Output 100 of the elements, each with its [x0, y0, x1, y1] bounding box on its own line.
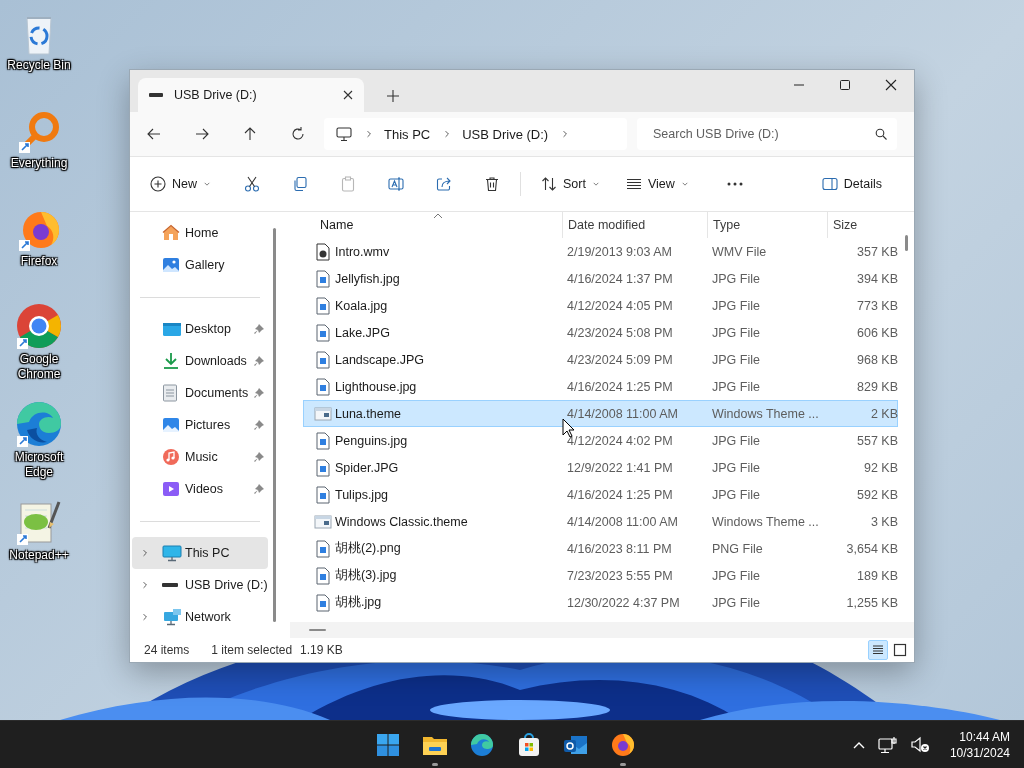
sidebar-item[interactable]: This PC: [132, 537, 268, 569]
file-row[interactable]: Intro.wmv 2/19/2013 9:03 AM WMV File 357 KB: [303, 238, 898, 265]
file-row[interactable]: Tulips.jpg 4/16/2024 1:25 PM JPG File 592 KB: [303, 481, 898, 508]
wave-circle-icon[interactable]: [469, 732, 494, 757]
menu-button[interactable]: Sort: [533, 168, 608, 200]
desktop-icon-label: Google Chrome: [16, 352, 62, 382]
back-arrow-icon[interactable]: [146, 126, 162, 142]
column-header[interactable]: Date modified: [562, 212, 707, 238]
sidebar-item[interactable]: Desktop: [132, 313, 268, 345]
menu-button[interactable]: View: [617, 168, 697, 200]
sidebar-item[interactable]: Gallery: [132, 249, 268, 281]
caret-down-icon: [203, 180, 211, 188]
type-cell-text: JPG File: [711, 298, 761, 313]
scrollbar-thumb[interactable]: [309, 629, 326, 631]
file-row[interactable]: Lighthouse.jpg 4/16/2024 1:25 PM JPG File 829 KB: [303, 373, 898, 400]
toggle-button[interactable]: Details: [813, 168, 890, 200]
speaker-muted-icon[interactable]: [909, 735, 930, 754]
column-header[interactable]: Type: [707, 212, 827, 238]
size-cell-text: 189 KB: [856, 568, 898, 583]
sidebar-item[interactable]: Downloads: [132, 345, 268, 377]
window-tab[interactable]: USB Drive (D:): [138, 78, 364, 112]
size-cell-text: 3 KB: [869, 514, 898, 529]
music-note-icon: [162, 448, 180, 466]
trash-icon[interactable]: [484, 176, 500, 192]
date-cell-text: 12/9/2022 1:41 PM: [566, 460, 674, 475]
chevron-right-icon[interactable]: [140, 580, 150, 590]
file-row[interactable]: Windows Classic.theme 4/14/2008 11:00 AM Windows Theme ... 3 KB: [303, 508, 898, 535]
file-row[interactable]: Luna.theme 4/14/2008 11:00 AM Windows Theme ... 2 KB: [303, 400, 898, 427]
caret-down-icon: [591, 180, 600, 188]
file-row[interactable]: 胡桃(3).jpg 7/23/2023 5:55 PM JPG File 189 KB: [303, 562, 898, 589]
cut-icon[interactable]: [244, 176, 260, 192]
breadcrumb[interactable]: USB Drive (D:): [462, 126, 549, 142]
sidebar-item[interactable]: Videos: [132, 473, 268, 505]
up-arrow-icon[interactable]: [242, 126, 258, 142]
file-row[interactable]: Penguins.jpg 4/12/2024 4:02 PM JPG File 557 KB: [303, 427, 898, 454]
size-cell-text: 829 KB: [856, 379, 898, 394]
menu-button[interactable]: New: [142, 168, 219, 200]
file-name: Penguins.jpg: [335, 433, 408, 448]
type-cell-text: PNG File: [711, 541, 764, 556]
file-row[interactable]: 胡桃.jpg 12/30/2022 4:37 PM JPG File 1,255 KB: [303, 589, 898, 616]
new-tab-icon[interactable]: [386, 89, 400, 103]
type-cell-text: JPG File: [711, 487, 761, 502]
refresh-icon[interactable]: [290, 126, 306, 142]
sidebar-item[interactable]: Network: [132, 601, 268, 633]
type-cell-text: JPG File: [711, 433, 761, 448]
date-cell-text: 4/16/2024 1:25 PM: [566, 487, 674, 502]
item-count: 24 items: [144, 643, 190, 657]
address-bar[interactable]: This PC USB Drive (D:): [324, 118, 627, 150]
network-icon[interactable]: [877, 735, 898, 754]
date-cell-text: 12/30/2022 4:37 PM: [566, 595, 681, 610]
sidebar-item[interactable]: Documents: [132, 377, 268, 409]
wave-circle-icon[interactable]: [15, 400, 63, 448]
selection-info: 1 item selected: [211, 643, 293, 657]
file-name: Spider.JPG: [335, 460, 399, 475]
file-row[interactable]: Jellyfish.jpg 4/16/2024 1:37 PM JPG File 394 KB: [303, 265, 898, 292]
column-header[interactable]: Name: [303, 212, 562, 238]
file-name: Koala.jpg: [335, 298, 388, 313]
column-header[interactable]: Size: [827, 212, 897, 238]
desktop-icon-label: Recycle Bin: [6, 58, 72, 73]
sort-arrows-icon: [541, 176, 557, 192]
scrollbar-thumb[interactable]: [904, 235, 908, 251]
date-cell-text: 4/12/2024 4:05 PM: [566, 298, 674, 313]
size-cell-text: 557 KB: [856, 433, 898, 448]
store-bag-icon[interactable]: [516, 732, 541, 757]
scrollbar-thumb[interactable]: [272, 228, 276, 622]
drive-icon: [162, 583, 178, 587]
sidebar-item[interactable]: USB Drive (D:): [132, 569, 268, 601]
desktop-icon-label: Everything: [9, 156, 69, 171]
sidebar-item[interactable]: Music: [132, 441, 268, 473]
share-icon[interactable]: [436, 176, 452, 192]
size-cell-text: 357 KB: [856, 244, 898, 259]
sidebar-item[interactable]: Pictures: [132, 409, 268, 441]
file-row[interactable]: Koala.jpg 4/12/2024 4:05 PM JPG File 773 KB: [303, 292, 898, 319]
file-row[interactable]: Landscape.JPG 4/23/2024 5:09 PM JPG File 968 KB: [303, 346, 898, 373]
rename-icon[interactable]: [388, 176, 404, 192]
image-file-icon: [314, 485, 331, 504]
search-field[interactable]: Search USB Drive (D:): [637, 118, 897, 150]
image-file-icon: [314, 458, 331, 477]
file-row[interactable]: 胡桃(2).png 4/16/2023 8:11 PM PNG File 3,654 KB: [303, 535, 898, 562]
search-icon: [875, 128, 887, 140]
close-icon[interactable]: [342, 89, 354, 101]
file-row[interactable]: Spider.JPG 12/9/2022 1:41 PM JPG File 92 KB: [303, 454, 898, 481]
breadcrumb[interactable]: This PC: [384, 126, 431, 142]
clock[interactable]: 10:44 AM 10/31/2024: [949, 728, 1010, 761]
details-view-icon: [871, 643, 885, 657]
photo-icon: [162, 256, 180, 274]
file-name: Luna.theme: [335, 406, 402, 421]
forward-arrow-icon[interactable]: [194, 126, 210, 142]
desktop-folder-icon: [162, 320, 182, 338]
date-cell-text: 4/12/2024 4:02 PM: [566, 433, 674, 448]
sidebar-item[interactable]: Home: [132, 217, 268, 249]
fox-globe-icon[interactable]: [610, 732, 635, 757]
chevron-right-icon[interactable]: [140, 612, 150, 622]
copy-icon[interactable]: [292, 176, 308, 192]
desktop-icon-label: Notepad++: [8, 548, 70, 563]
view-button[interactable]: [868, 640, 888, 660]
magnifier-icon[interactable]: [17, 110, 61, 154]
start-icon[interactable]: [375, 732, 400, 757]
browser-circle-icon[interactable]: [15, 302, 63, 350]
file-row[interactable]: Lake.JPG 4/23/2024 5:08 PM JPG File 606 KB: [303, 319, 898, 346]
